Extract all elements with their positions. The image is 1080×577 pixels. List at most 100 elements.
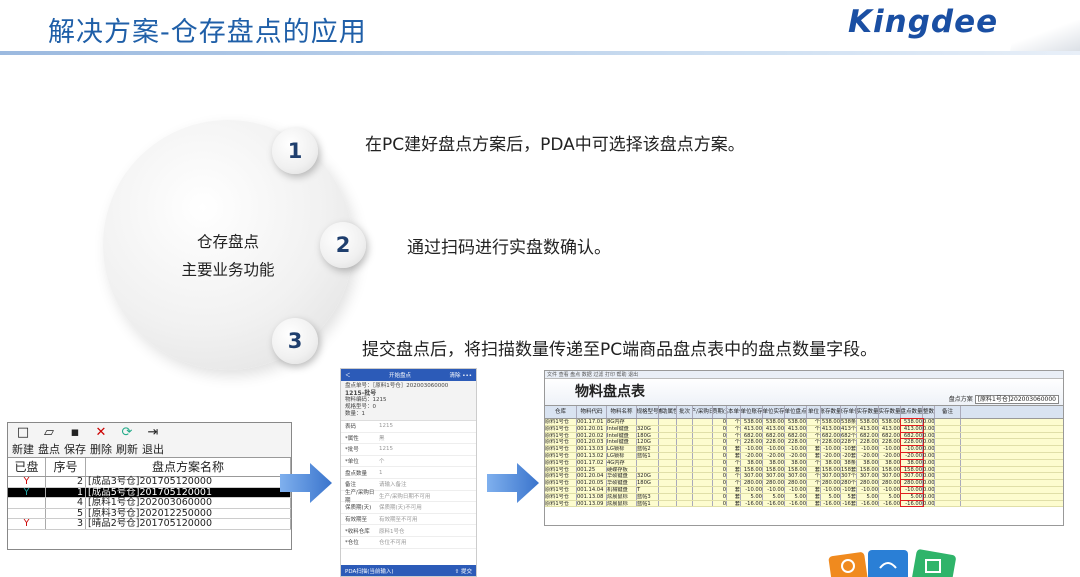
grid-row[interactable]: 原料1号仓 001.17.02 4G内存 0 个 38.00 38.00 38.00 个 38.0… xyxy=(545,458,1063,467)
grid-cell: 682.00 xyxy=(900,431,924,440)
grid-cell: 180G xyxy=(637,480,659,486)
grid-cell: 0.00 xyxy=(923,452,935,459)
grid-col-header[interactable]: 生产/采购日期 xyxy=(693,406,713,418)
grid-cell: -10.00 xyxy=(741,446,763,452)
grid-cell xyxy=(935,419,961,425)
grid-col-header[interactable]: 仓库 xyxy=(545,406,577,418)
grid-col-header[interactable]: 规格型号 xyxy=(637,406,659,418)
pda-field[interactable]: 表码 1215 xyxy=(341,421,476,433)
step-3-text: 提交盘点后，将扫描数量传递至PC端商品盘点表中的盘点数量字段。 xyxy=(362,340,878,360)
grid-cell: T xyxy=(637,486,659,493)
grid-cell xyxy=(677,432,693,439)
scheme-select[interactable]: [原料1号仓]202003060000 xyxy=(974,395,1059,404)
submit-button[interactable]: ⇧ 提交 xyxy=(455,567,472,575)
clear-button[interactable]: 清除 xyxy=(450,373,461,379)
grid-col-header[interactable]: 批次 xyxy=(677,406,693,418)
col-counted[interactable]: 已盘 xyxy=(8,458,46,476)
grid-col-header[interactable]: 基本单位实存数量 xyxy=(763,406,785,418)
grid-cell: 682.00 xyxy=(741,432,763,439)
refresh-button[interactable]: ⟳ 刷新 xyxy=(116,425,138,456)
grid-row[interactable]: 原料1号仓 001.14.04 机械键盘 T 0 套 -10.00 -10.00 -10.00 套… xyxy=(545,486,1063,494)
pda-scan-input[interactable]: PDA扫描(当前输入) xyxy=(345,567,394,575)
grid-cell xyxy=(677,500,693,507)
grid-col-header[interactable]: 盘点数量 xyxy=(901,406,923,418)
grid-cell: 001.14.04 xyxy=(577,486,607,493)
grid-cell xyxy=(677,480,693,486)
grid-row[interactable]: 原料1号仓 001.20.05 华硕键盘 180G 0 个 280.00 280.00 280.… xyxy=(545,479,1063,487)
col-scheme-name[interactable]: 盘点方案名称 xyxy=(86,458,291,476)
grid-col-header[interactable]: 基本单位盘点数量 xyxy=(785,406,807,418)
step-2-text: 通过扫码进行实盘数确认。 xyxy=(407,238,611,258)
table-row[interactable]: Y 2 [成品3号仓]201705120000 xyxy=(8,477,291,488)
grid-cell: 0 xyxy=(713,446,727,452)
counted-flag: Y xyxy=(8,519,46,529)
kingdee-logo: Kingdee xyxy=(848,4,999,40)
grid-cell xyxy=(935,473,961,480)
grid-body: 原料1号仓 001.17.01 8G内存 0 个 538.00 538.00 538.00 个 5… xyxy=(545,418,1063,508)
save-button[interactable]: ▪ 保存 xyxy=(64,425,86,456)
grid-col-header[interactable]: 物料代码 xyxy=(577,406,607,418)
grid-col-header[interactable]: 单位 xyxy=(807,406,821,418)
table-row[interactable]: 4 [原料1号仓]202003060000 xyxy=(8,498,291,509)
back-icon[interactable]: ＜ xyxy=(345,371,351,379)
grid-cell: -10.00 xyxy=(763,486,785,493)
grid-col-header[interactable]: 实存数量 xyxy=(879,406,901,418)
grid-col-header[interactable]: 调整数量 xyxy=(923,406,935,418)
grid-cell: 原料1号仓 xyxy=(545,419,577,425)
grid-col-header[interactable]: 辅助属性 xyxy=(659,406,677,418)
grid-row[interactable]: 原料1号仓 001.20.01 Intel键盘 320G 0 个 413.00 413.00 4… xyxy=(545,424,1063,433)
grid-cell xyxy=(935,439,961,446)
grid-col-header[interactable]: 账存数量 xyxy=(821,406,841,418)
grid-row[interactable]: 原料1号仓 001.25 硬碟存板 0 套 158.00 158.00 158.00 套 158.… xyxy=(545,465,1063,474)
grid-row[interactable]: 原料1号仓 001.17.01 8G内存 0 个 538.00 538.00 538.00 个 5… xyxy=(545,418,1063,426)
col-seq[interactable]: 序号 xyxy=(46,458,86,476)
new-button[interactable]: □ 新建 xyxy=(12,425,34,456)
pda-field[interactable]: 有效期至 有效期至不可用 xyxy=(341,514,476,526)
grid-cell xyxy=(677,446,693,452)
pda-field[interactable]: *属性 黑 xyxy=(341,433,476,445)
grid-col-header[interactable]: 账存单位 xyxy=(841,406,857,418)
grid-col-header[interactable]: 基本单位 xyxy=(727,406,741,418)
grid-cell: 套 xyxy=(727,500,741,507)
menu-bar[interactable]: 文件 查看 盘点 数据 过滤 打印 帮助 退出 xyxy=(545,371,1063,379)
pda-field[interactable]: *单位 个 xyxy=(341,456,476,468)
step-3-badge: 3 xyxy=(272,318,318,364)
pda-field-label: *批号 xyxy=(345,447,359,454)
counted-flag xyxy=(8,498,46,508)
pda-field-label: *属性 xyxy=(345,435,359,442)
more-icon[interactable]: ••• xyxy=(462,373,472,379)
pda-field[interactable]: 生产/采购日期 生产/采购日期不可用 xyxy=(341,490,476,504)
pda-field[interactable]: *仓位 仓位不可用 xyxy=(341,537,476,549)
grid-row[interactable]: 原料1号仓 001.13.08 炫晨鼠标 蓝帖3 0 套 5.00 5.00 5.00 套 5.00… xyxy=(545,492,1063,501)
grid-cell: 38.00 xyxy=(821,459,841,466)
grid-cell xyxy=(935,446,961,452)
grid-col-header[interactable]: 备注 xyxy=(935,406,961,418)
exit-button[interactable]: ⇥ 退出 xyxy=(142,425,164,456)
grid-row[interactable]: 原料1号仓 001.20.04 华硕键盘 320G 0 个 307.00 307.00 307.… xyxy=(545,472,1063,481)
grid-row[interactable]: 原料1号仓 001.13.09 炫晨鼠标 蓝帖1 0 套 -16.00 -16.00 -16.0… xyxy=(545,499,1063,508)
table-row[interactable]: Y 3 [晴品2号仓]201705120000 xyxy=(8,519,291,530)
pda-field[interactable]: *批号 1215 xyxy=(341,444,476,456)
grid-cell: 个 xyxy=(807,425,821,432)
grid-row[interactable]: 原料1号仓 001.20.03 Intel键盘 120G 0 个 228.00 228.00 2… xyxy=(545,438,1063,447)
grid-cell xyxy=(659,432,677,439)
grid-col-header[interactable]: 保质期(天) xyxy=(713,406,727,418)
pda-field[interactable]: *收料仓库 原料1号仓 xyxy=(341,525,476,537)
grid-col-header[interactable]: 基本单位账存数量 xyxy=(741,406,763,418)
delete-button[interactable]: ✕ 删除 xyxy=(90,425,112,456)
grid-col-header[interactable]: 物料名称 xyxy=(607,406,637,418)
count-button[interactable]: ▱ 盘点 xyxy=(38,425,60,456)
pda-field[interactable]: 盘点数量 1 xyxy=(341,467,476,479)
grid-row[interactable]: 原料1号仓 001.13.02 LG锁标 蓝帖1 0 套 -20.00 -20.00 -20.0… xyxy=(545,452,1063,460)
grid-col-header[interactable]: 实存数量 xyxy=(857,406,879,418)
grid-cell: Intel键盘 xyxy=(607,432,637,439)
pda-field[interactable]: 保质期(天) 保质期(天)不可用 xyxy=(341,502,476,514)
grid-cell xyxy=(677,425,693,432)
grid-cell: 538.00 xyxy=(857,419,879,425)
grid-row[interactable]: 原料1号仓 001.20.02 Intel键盘 180G 0 个 682.00 682.00 6… xyxy=(545,431,1063,440)
grid-cell: 38.00 xyxy=(900,458,924,467)
pda-field-value: 原料1号仓 xyxy=(379,528,405,535)
folder-icon: ▱ xyxy=(44,425,54,440)
grid-row[interactable]: 原料1号仓 001.13.03 LG锁标 蓝帖2 0 套 -10.00 -10.00 -10.0… xyxy=(545,445,1063,453)
grid-cell: 413.00 xyxy=(763,425,785,432)
